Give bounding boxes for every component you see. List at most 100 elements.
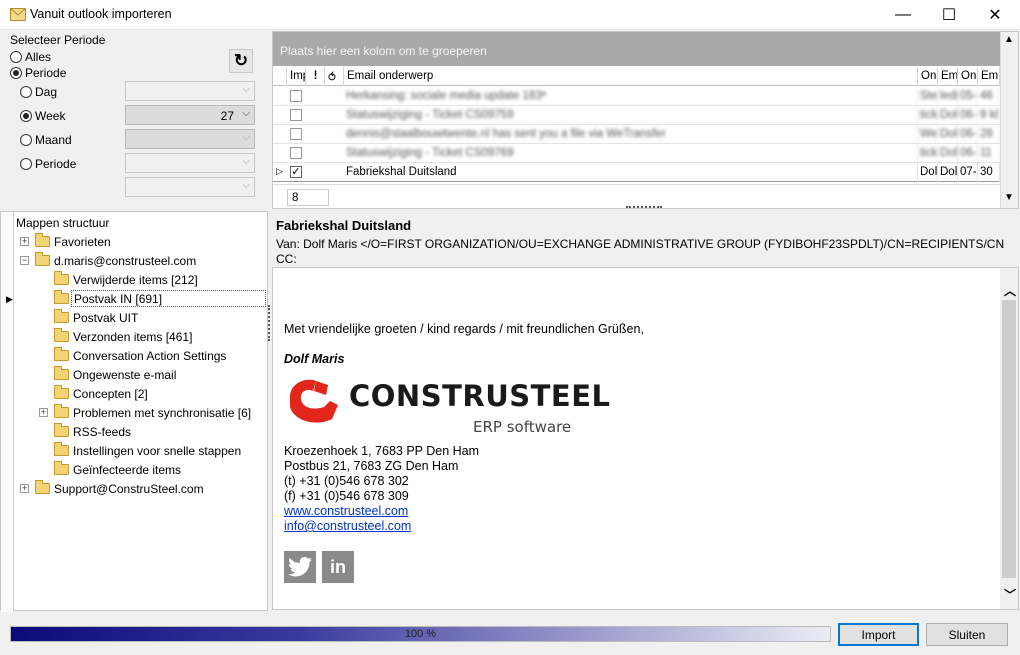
import-checkbox-checked[interactable]: ✓ xyxy=(290,166,302,178)
folder-icon xyxy=(54,271,69,285)
grid-scrollbar[interactable]: ▲ ▼ xyxy=(1000,32,1018,208)
day-select[interactable]: ⌵ xyxy=(125,81,255,101)
tree-item-label: Support@ConstruSteel.com xyxy=(54,482,204,496)
table-row[interactable]: Herkansing: sociale media update 183ª St… xyxy=(273,87,1000,106)
table-row[interactable]: Statuswijziging - Ticket CS09769 tick Do… xyxy=(273,144,1000,163)
header-col-on-1[interactable]: On xyxy=(918,67,938,86)
radio-custom-period[interactable] xyxy=(20,158,32,170)
fax-number: (f) +31 (0)546 678 309 xyxy=(284,489,409,503)
progress-bar: 100 % xyxy=(10,626,831,642)
close-button[interactable]: Sluiten xyxy=(926,623,1008,646)
horizontal-splitter[interactable] xyxy=(626,206,662,210)
import-checkbox[interactable] xyxy=(290,90,302,102)
radio-all[interactable] xyxy=(10,51,22,63)
table-row-selected[interactable]: ▷ ✓ Fabriekshal Duitsland Dol Dol 07- 30 xyxy=(273,163,1000,182)
header-attachment[interactable]: ⥀ xyxy=(325,67,344,86)
header-col-em-2[interactable]: Em xyxy=(978,67,1000,86)
minimize-button[interactable]: — xyxy=(880,0,926,30)
preview-scrollbar[interactable]: ︿ ﹀ xyxy=(1000,268,1018,609)
window-title: Vanuit outlook importeren xyxy=(30,7,172,21)
radio-week[interactable] xyxy=(20,110,32,122)
tree-item-junk[interactable]: Ongewenste e-mail xyxy=(1,365,269,384)
tree-item-favorites[interactable]: + Favorieten xyxy=(1,232,269,251)
header-col-on-2[interactable]: On xyxy=(958,67,978,86)
radio-period[interactable] xyxy=(10,67,22,79)
folder-icon xyxy=(35,480,50,494)
cell: Dol xyxy=(938,163,958,182)
cell: 05- xyxy=(958,87,978,106)
period-from-select[interactable]: ⌵ xyxy=(125,153,255,173)
title-bar: Vanuit outlook importeren — ☐ ✕ xyxy=(0,0,1020,30)
month-select[interactable]: ⌵ xyxy=(125,129,255,149)
tree-item-account[interactable]: − d.maris@construsteel.com xyxy=(1,251,269,270)
linkedin-icon[interactable]: in xyxy=(322,551,354,583)
tree-item-label: RSS-feeds xyxy=(73,425,132,439)
subject-cell: Statuswijziging - Ticket CS09759 xyxy=(344,106,918,125)
week-select[interactable]: 27 ⌵ xyxy=(125,105,255,125)
import-button[interactable]: Import xyxy=(838,623,919,646)
construsteel-logo-mark xyxy=(290,379,338,423)
tree-item-drafts[interactable]: Concepten [2] xyxy=(1,384,269,403)
radio-period-label: Periode xyxy=(25,66,67,80)
vertical-splitter[interactable] xyxy=(268,305,271,341)
table-row[interactable]: Statuswijziging - Ticket CS09759 tick Do… xyxy=(273,106,1000,125)
folder-icon xyxy=(54,366,69,380)
folder-icon xyxy=(54,423,69,437)
table-row[interactable]: dennis@staalbouwtwente.nl has sent you a… xyxy=(273,125,1000,144)
tree-item-inbox[interactable]: Postvak IN [691] xyxy=(1,289,269,308)
import-checkbox[interactable] xyxy=(290,128,302,140)
chevron-down-icon: ⌵ xyxy=(242,84,250,95)
tree-item-sent[interactable]: Verzonden items [461] xyxy=(1,327,269,346)
header-col-em-1[interactable]: Em xyxy=(938,67,958,86)
tree-item-conversation-settings[interactable]: Conversation Action Settings xyxy=(1,346,269,365)
tree-item-label: d.maris@construsteel.com xyxy=(54,254,197,268)
close-window-button[interactable]: ✕ xyxy=(972,0,1018,30)
expand-icon[interactable]: + xyxy=(20,237,29,246)
website-link[interactable]: www.construsteel.com xyxy=(284,504,408,518)
tree-item-label: Instellingen voor snelle stappen xyxy=(73,444,242,458)
header-importance[interactable]: ! xyxy=(306,67,325,86)
subject-cell: dennis@staalbouwtwente.nl has sent you a… xyxy=(344,125,918,144)
scrollbar-thumb[interactable] xyxy=(1002,300,1016,578)
cell: 06- xyxy=(958,144,978,163)
phone-number: (t) +31 (0)546 678 302 xyxy=(284,474,409,488)
chevron-down-icon: ⌵ xyxy=(242,132,250,143)
scroll-up-icon[interactable]: ︿ xyxy=(1004,282,1016,299)
tree-item-label: Verwijderde items [212] xyxy=(73,273,198,287)
tree-item-infected[interactable]: Geïnfecteerde items xyxy=(1,460,269,479)
tree-item-label: Concepten [2] xyxy=(73,387,148,401)
chevron-down-icon: ⌵ xyxy=(242,156,250,167)
radio-month[interactable] xyxy=(20,134,32,146)
tree-item-sync-issues[interactable]: + Problemen met synchronisatie [6] xyxy=(1,403,269,422)
radio-day[interactable] xyxy=(20,86,32,98)
header-import[interactable]: Imp xyxy=(287,67,306,86)
expand-icon[interactable]: + xyxy=(20,484,29,493)
scroll-down-icon[interactable]: ▼ xyxy=(1004,192,1014,203)
email-grid: Plaats hier een kolom om te groeperen Im… xyxy=(272,31,1019,209)
tree-item-label: Geïnfecteerde items xyxy=(73,463,182,477)
collapse-icon[interactable]: − xyxy=(20,256,29,265)
tree-item-deleted[interactable]: Verwijderde items [212] xyxy=(1,270,269,289)
group-by-area[interactable]: Plaats hier een kolom om te groeperen xyxy=(273,32,1000,66)
import-checkbox[interactable] xyxy=(290,147,302,159)
paperclip-icon: ⥀ xyxy=(328,72,336,84)
preview-body: Met vriendelijke groeten / kind regards … xyxy=(272,267,1019,610)
import-checkbox[interactable] xyxy=(290,109,302,121)
tree-item-support[interactable]: + Support@ConstruSteel.com xyxy=(1,479,269,498)
envelope-icon xyxy=(10,8,26,21)
tree-item-quick-steps[interactable]: Instellingen voor snelle stappen xyxy=(1,441,269,460)
email-preview: Fabriekshal Duitsland Van: Dolf Maris </… xyxy=(272,213,1019,611)
header-subject[interactable]: Email onderwerp xyxy=(344,67,918,86)
expand-icon[interactable]: + xyxy=(39,408,48,417)
tree-item-outbox[interactable]: Postvak UIT xyxy=(1,308,269,327)
radio-week-label: Week xyxy=(35,109,66,123)
maximize-button[interactable]: ☐ xyxy=(926,0,972,30)
refresh-button[interactable]: ↻ xyxy=(229,49,253,73)
period-to-select[interactable]: ⌵ xyxy=(125,177,255,197)
tree-item-rss[interactable]: RSS-feeds xyxy=(1,422,269,441)
scroll-down-icon[interactable]: ﹀ xyxy=(1004,586,1016,603)
radio-custom-period-label: Periode xyxy=(35,157,77,171)
scroll-up-icon[interactable]: ▲ xyxy=(1004,34,1014,45)
twitter-icon[interactable] xyxy=(284,551,316,583)
email-link[interactable]: info@construsteel.com xyxy=(284,519,411,533)
